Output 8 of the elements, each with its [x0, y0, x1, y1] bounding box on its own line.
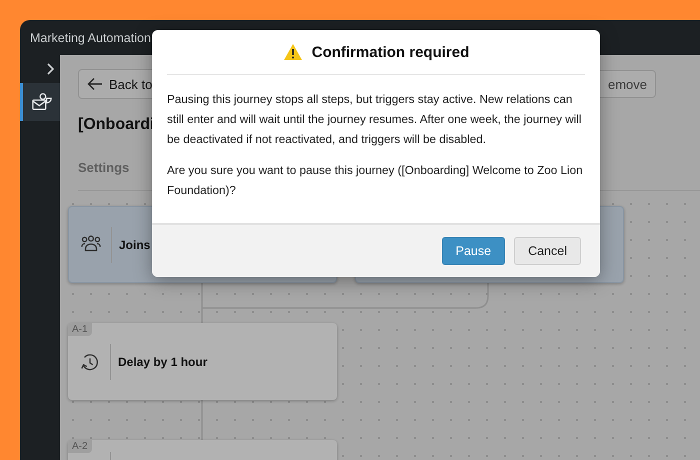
dialog-message: Are you sure you want to pause this journey ([Onboarding] Welcome to Zoo Lion Foundation)? [167, 163, 584, 199]
step-label: Joins [119, 238, 150, 252]
step-badge: A-1 [68, 323, 92, 336]
step-label: Delay by 1 hour [118, 354, 208, 368]
app-title: Marketing Automation [30, 30, 151, 44]
dialog-title: Confirmation required [312, 44, 470, 60]
journey-title: [Onboardi [78, 116, 154, 134]
step-badge: A-2 [68, 440, 92, 453]
